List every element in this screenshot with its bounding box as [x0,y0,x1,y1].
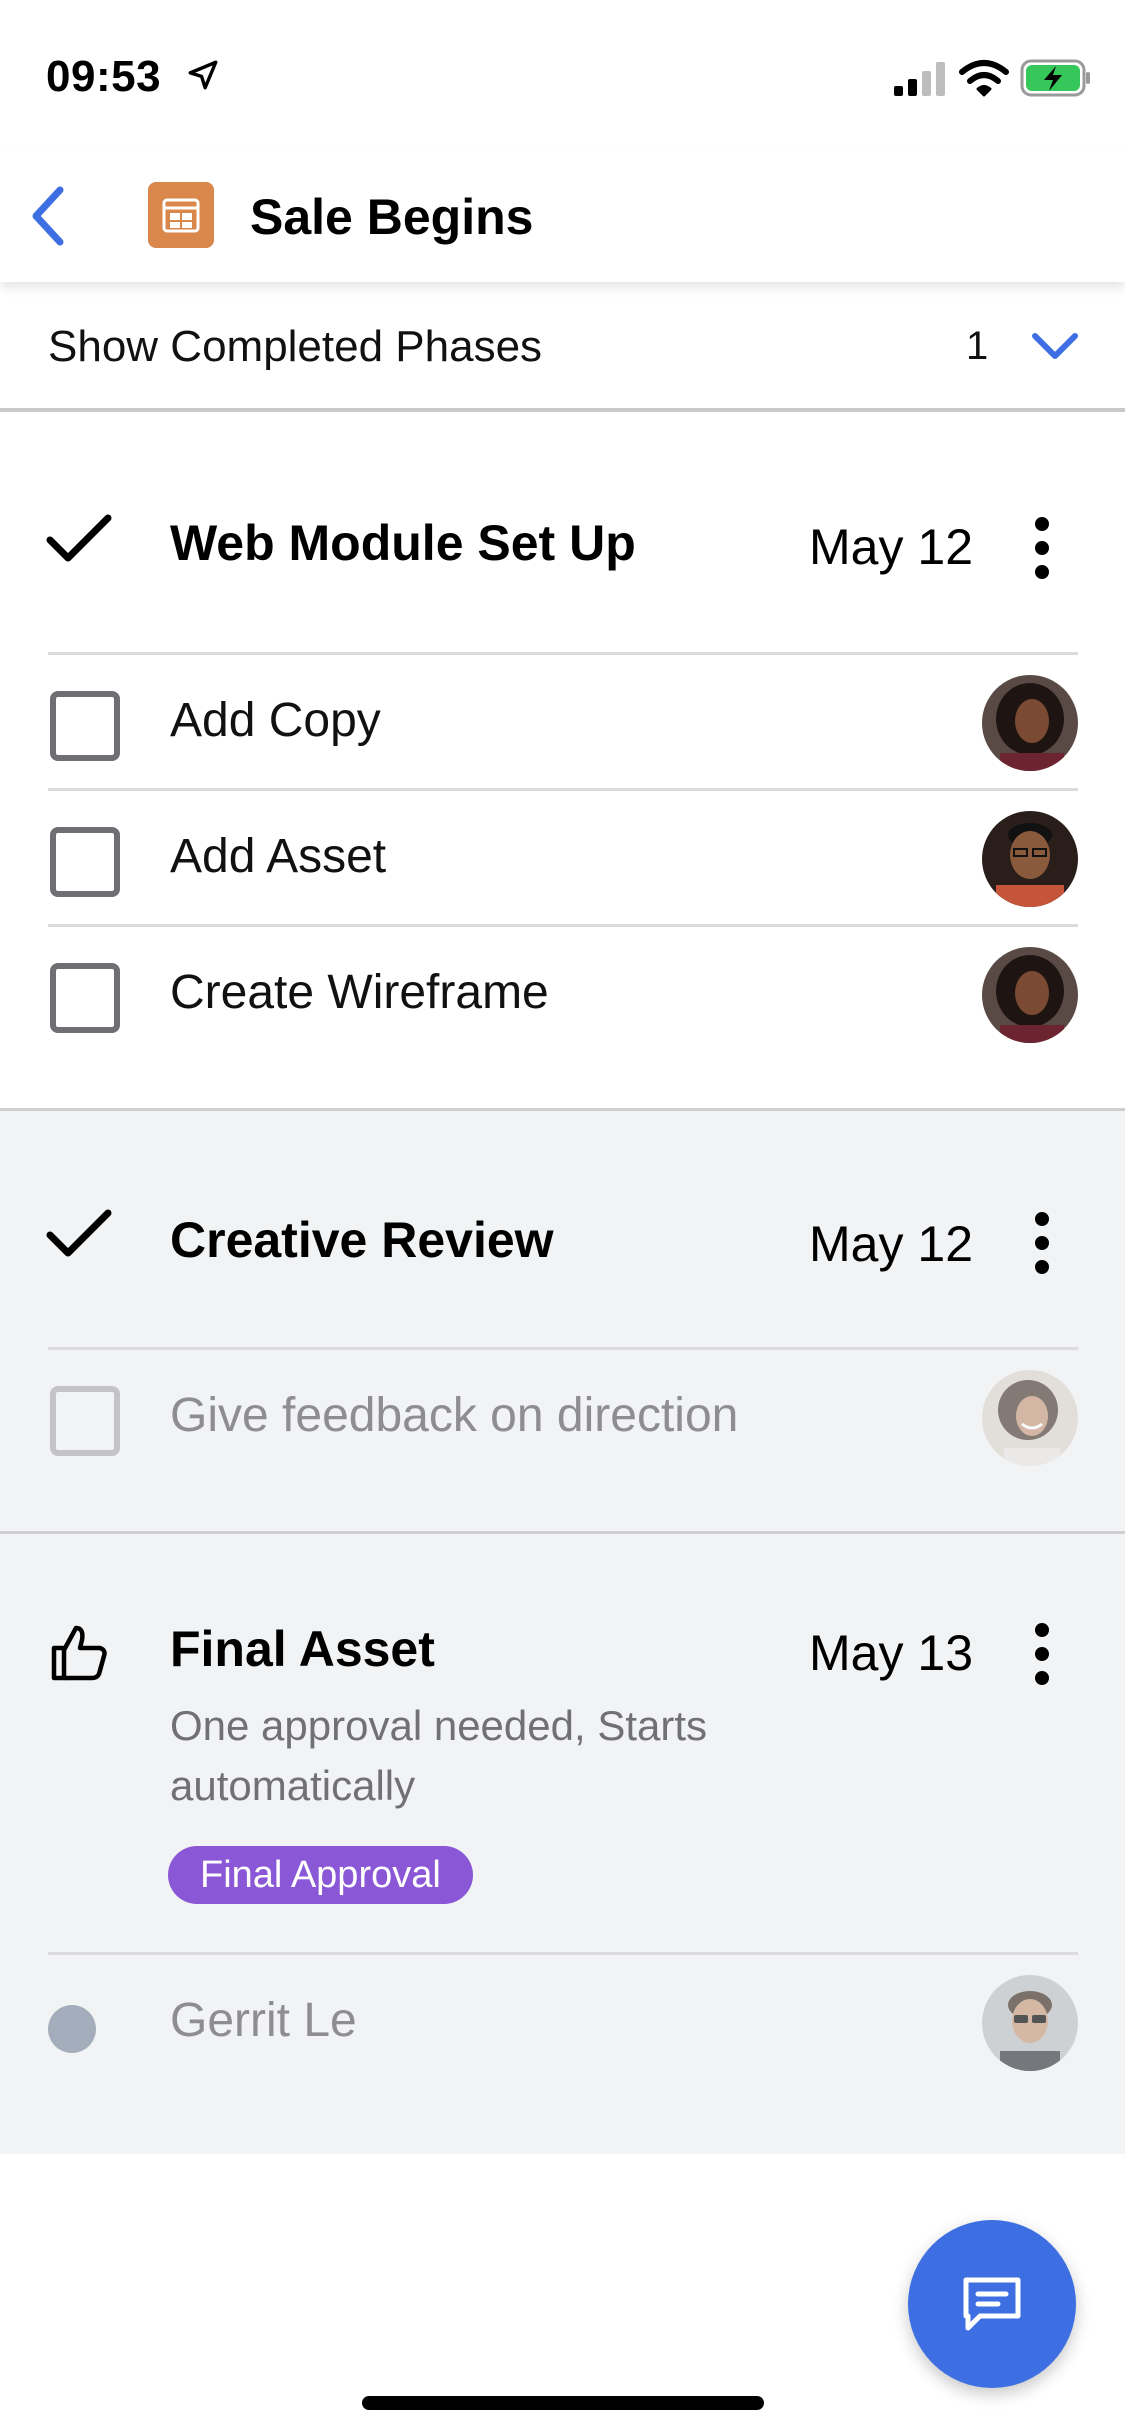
completed-phases-label: Show Completed Phases [48,322,543,371]
cellular-signal-icon [894,62,945,96]
checkmark-icon [46,1209,112,1257]
calendar-icon [148,182,214,248]
task-label: Add Copy [170,694,381,747]
task-checkbox[interactable] [50,827,120,897]
more-options-button[interactable] [1020,1614,1064,1694]
task-label: Give feedback on direction [170,1389,739,1442]
approver-name: Gerrit Le [170,1994,357,2047]
phase-web-module-set-up: Web Module Set Up May 12 Add Copy Add As… [0,414,1125,1108]
message-icon [963,2277,1021,2331]
more-vertical-icon [1035,1623,1049,1685]
assignee-avatar[interactable] [982,811,1078,907]
completed-phases-count: 1 [966,324,989,368]
approval-badge: Final Approval [168,1846,473,1904]
home-indicator[interactable] [362,2396,764,2410]
task-row: Create Wireframe [48,924,1078,1060]
location-arrow-icon [188,60,218,90]
phase-date: May 12 [809,1216,973,1272]
phase-creative-review: Creative Review May 12 Give feedback on … [0,1111,1125,1531]
task-row: Give feedback on direction [48,1347,1078,1483]
task-checkbox[interactable] [50,691,120,761]
more-vertical-icon [1035,1212,1049,1274]
phase-title: Final Asset [170,1621,435,1677]
page-title: Sale Begins [250,189,534,245]
show-completed-phases-toggle[interactable]: Show Completed Phases 1 [0,282,1125,412]
more-options-button[interactable] [1020,508,1064,588]
task-label: Add Asset [170,830,387,883]
thumbs-up-icon [51,1625,107,1681]
checkmark-icon [46,514,112,562]
task-row: Add Asset [48,788,1078,924]
phase-description: One approval needed, Starts automaticall… [170,1702,708,1809]
more-options-button[interactable] [1020,1203,1064,1283]
task-checkbox[interactable] [50,963,120,1033]
phase-title: Creative Review [170,1212,554,1268]
assignee-avatar[interactable] [982,675,1078,771]
task-label: Create Wireframe [170,966,549,1019]
approver-avatar[interactable] [982,1975,1078,2071]
status-bar: 09:53 [0,0,1125,150]
chat-button[interactable] [908,2220,1076,2388]
status-time: 09:53 [46,52,162,101]
phase-title: Web Module Set Up [170,515,636,571]
assignee-avatar[interactable] [982,947,1078,1043]
assignee-avatar[interactable] [982,1370,1078,1466]
phase-date: May 12 [809,519,973,575]
navigation-bar: Sale Begins [0,150,1125,282]
wifi-icon [959,60,1009,97]
phase-final-asset: Final Asset May 13 One approval needed, … [0,1534,1125,2154]
chevron-left-icon [32,186,64,246]
back-button[interactable] [18,180,78,252]
task-row: Add Copy [48,652,1078,788]
approver-row: Gerrit Le [48,1952,1078,2112]
task-checkbox[interactable] [50,1386,120,1456]
phase-date: May 13 [809,1625,973,1681]
more-vertical-icon [1035,517,1049,579]
chevron-down-icon[interactable] [1030,326,1080,366]
battery-charging-icon [1020,59,1090,97]
status-dot [48,2005,96,2053]
